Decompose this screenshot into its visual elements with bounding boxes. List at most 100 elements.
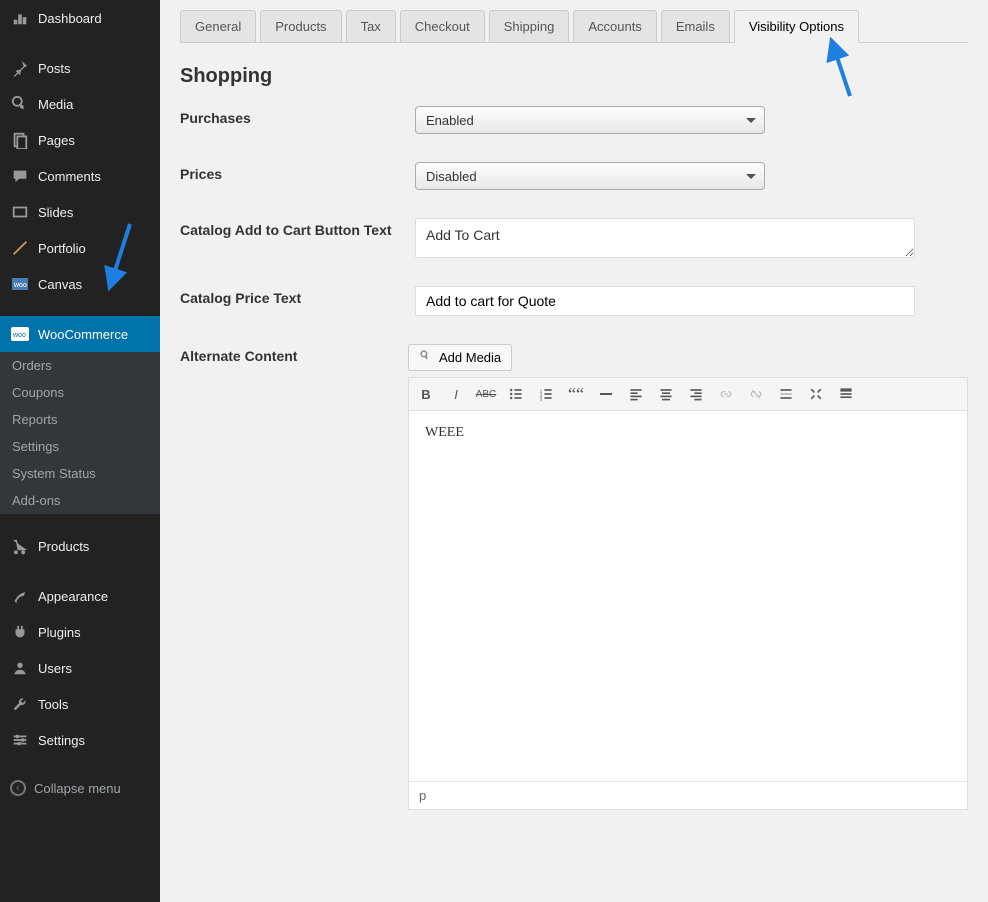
svg-text:woo: woo (12, 332, 26, 339)
svg-text:woo: woo (13, 282, 27, 289)
dashboard-icon (10, 8, 30, 28)
label-purchases: Purchases (180, 106, 415, 126)
submenu-coupons[interactable]: Coupons (0, 379, 160, 406)
products-icon (10, 536, 30, 556)
woo-icon: woo (10, 324, 30, 344)
sidebar-label: WooCommerce (38, 327, 128, 342)
comments-icon (10, 166, 30, 186)
submenu-reports[interactable]: Reports (0, 406, 160, 433)
row-alternate-content: Alternate Content Add Media B I ABC 123 … (180, 344, 968, 810)
label-alternate-content: Alternate Content (180, 344, 408, 364)
editor-canvas[interactable]: WEEE (409, 411, 967, 781)
pages-icon (10, 130, 30, 150)
submenu-settings[interactable]: Settings (0, 433, 160, 460)
tab-checkout[interactable]: Checkout (400, 10, 485, 42)
sidebar-label: Comments (38, 169, 101, 184)
sidebar-label: Plugins (38, 625, 81, 640)
sidebar-item-comments[interactable]: Comments (0, 158, 160, 194)
label-catalog-price: Catalog Price Text (180, 286, 415, 306)
select-purchases[interactable]: Enabled (415, 106, 765, 134)
sidebar-item-dashboard[interactable]: Dashboard (0, 0, 160, 36)
sidebar-label: Portfolio (38, 241, 86, 256)
toolbar-fullscreen[interactable] (801, 380, 831, 408)
sidebar-label: Slides (38, 205, 73, 220)
collapse-menu[interactable]: Collapse menu (0, 772, 160, 804)
sidebar-item-slides[interactable]: Slides (0, 194, 160, 230)
add-media-button[interactable]: Add Media (408, 344, 512, 371)
sidebar-label: Users (38, 661, 72, 676)
svg-text:3: 3 (540, 396, 543, 402)
submenu-addons[interactable]: Add-ons (0, 487, 160, 514)
sidebar-item-pages[interactable]: Pages (0, 122, 160, 158)
settings-tabs: General Products Tax Checkout Shipping A… (180, 10, 968, 43)
sidebar-item-appearance[interactable]: Appearance (0, 578, 160, 614)
tools-icon (10, 694, 30, 714)
editor-toolbar: B I ABC 123 ““ (409, 378, 967, 411)
sidebar-item-posts[interactable]: Posts (0, 50, 160, 86)
main-content: General Products Tax Checkout Shipping A… (160, 0, 988, 902)
canvas-icon: woo (10, 274, 30, 294)
section-heading: Shopping (180, 65, 968, 88)
editor-statusbar: p (409, 781, 967, 809)
toolbar-align-left[interactable] (621, 380, 651, 408)
tab-general[interactable]: General (180, 10, 256, 42)
toolbar-italic[interactable]: I (441, 380, 471, 408)
row-prices: Prices Disabled (180, 162, 968, 190)
toolbar-align-center[interactable] (651, 380, 681, 408)
sidebar-item-media[interactable]: Media (0, 86, 160, 122)
slides-icon (10, 202, 30, 222)
tab-visibility-options[interactable]: Visibility Options (734, 10, 859, 43)
collapse-label: Collapse menu (34, 781, 121, 796)
sidebar-item-products[interactable]: Products (0, 528, 160, 564)
sidebar-label: Products (38, 539, 89, 554)
toolbar-insertmore[interactable] (771, 380, 801, 408)
toolbar-unlink[interactable] (741, 380, 771, 408)
sidebar-label: Canvas (38, 277, 82, 292)
sidebar-item-users[interactable]: Users (0, 650, 160, 686)
sidebar-item-plugins[interactable]: Plugins (0, 614, 160, 650)
toolbar-bold[interactable]: B (411, 380, 441, 408)
toolbar-align-right[interactable] (681, 380, 711, 408)
row-purchases: Purchases Enabled (180, 106, 968, 134)
tab-emails[interactable]: Emails (661, 10, 730, 42)
users-icon (10, 658, 30, 678)
settings-icon (10, 730, 30, 750)
label-prices: Prices (180, 162, 415, 182)
sidebar-item-woocommerce[interactable]: woo WooCommerce (0, 316, 160, 352)
submenu-orders[interactable]: Orders (0, 352, 160, 379)
tab-accounts[interactable]: Accounts (573, 10, 656, 42)
row-catalog-button: Catalog Add to Cart Button Text Add To C… (180, 218, 968, 258)
tab-products[interactable]: Products (260, 10, 341, 42)
submenu-system-status[interactable]: System Status (0, 460, 160, 487)
toolbar-ol[interactable]: 123 (531, 380, 561, 408)
appearance-icon (10, 586, 30, 606)
label-catalog-button: Catalog Add to Cart Button Text (180, 218, 415, 238)
sidebar-label: Settings (38, 733, 85, 748)
pin-icon (10, 58, 30, 78)
sidebar-item-settings[interactable]: Settings (0, 722, 160, 758)
tab-shipping[interactable]: Shipping (489, 10, 570, 42)
input-catalog-button-text[interactable]: Add To Cart (415, 218, 915, 258)
sidebar-item-portfolio[interactable]: Portfolio (0, 230, 160, 266)
wysiwyg-editor: B I ABC 123 ““ WEEE p (408, 377, 968, 810)
sidebar-label: Posts (38, 61, 71, 76)
add-media-label: Add Media (439, 350, 501, 365)
input-catalog-price-text[interactable] (415, 286, 915, 316)
select-prices[interactable]: Disabled (415, 162, 765, 190)
sidebar-label: Pages (38, 133, 75, 148)
sidebar-label: Appearance (38, 589, 108, 604)
toolbar-hr[interactable] (591, 380, 621, 408)
row-catalog-price: Catalog Price Text (180, 286, 968, 316)
toolbar-strikethrough[interactable]: ABC (471, 380, 501, 408)
toolbar-blockquote[interactable]: ““ (561, 380, 591, 408)
sidebar-item-tools[interactable]: Tools (0, 686, 160, 722)
media-icon (10, 94, 30, 114)
toolbar-toggle[interactable] (831, 380, 861, 408)
tab-tax[interactable]: Tax (346, 10, 396, 42)
sidebar-item-canvas[interactable]: woo Canvas (0, 266, 160, 302)
media-icon (419, 349, 433, 366)
plugins-icon (10, 622, 30, 642)
sidebar-label: Tools (38, 697, 68, 712)
toolbar-ul[interactable] (501, 380, 531, 408)
toolbar-link[interactable] (711, 380, 741, 408)
